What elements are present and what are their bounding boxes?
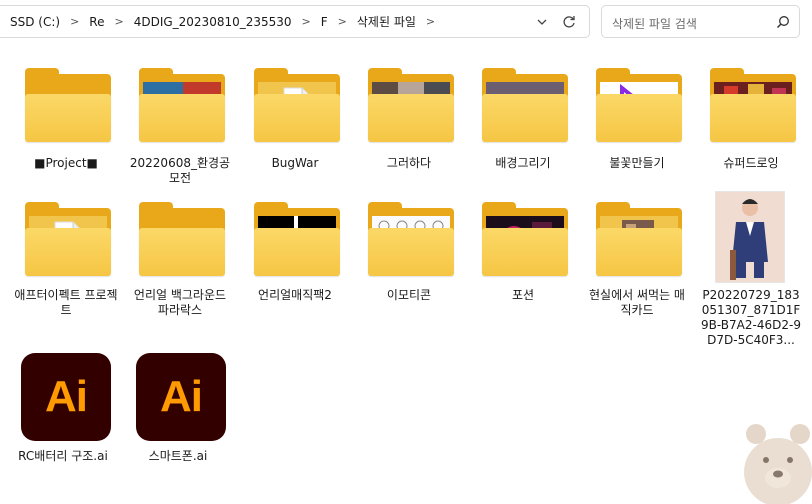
item-label: ■Project■	[34, 156, 98, 170]
illustrator-file-icon: Ai	[21, 353, 111, 441]
folder-icon	[139, 68, 225, 144]
chevron-right-icon[interactable]: >	[426, 15, 435, 28]
item-label: 20220608_환경공모전	[129, 156, 231, 185]
item-label: BugWar	[271, 156, 319, 170]
item-label: P20220729_183051307_871D1F9B-B7A2-46D2-9…	[701, 288, 801, 347]
breadcrumb-deleted-files[interactable]: 삭제된 파일	[357, 13, 416, 30]
search-icon[interactable]	[776, 15, 790, 29]
folder-icon	[254, 202, 340, 278]
bear-mascot-icon	[744, 424, 812, 504]
item-label: 그러하다	[386, 156, 432, 170]
chevron-down-icon[interactable]	[535, 15, 549, 29]
item-label: 이모티콘	[386, 288, 432, 302]
chevron-right-icon[interactable]: >	[70, 15, 79, 28]
item-label: RC배터리 구조.ai	[18, 449, 108, 463]
image-thumbnail	[716, 192, 784, 282]
folder-icon	[368, 68, 454, 144]
item-label: 언리얼 백그라운드 파라락스	[133, 288, 227, 317]
breadcrumb-re[interactable]: Re	[89, 15, 104, 29]
breadcrumb: SSD (C:) > Re > 4DDIG_20230810_235530 > …	[0, 6, 445, 37]
folder-icon	[139, 202, 225, 278]
address-toolbar: SSD (C:) > Re > 4DDIG_20230810_235530 > …	[0, 0, 812, 44]
folder-icon	[596, 202, 682, 278]
illustrator-file-icon: Ai	[136, 353, 226, 441]
folder-icon	[710, 68, 796, 144]
item-label: 슈퍼드로잉	[723, 156, 779, 170]
address-bar[interactable]: SSD (C:) > Re > 4DDIG_20230810_235530 > …	[0, 5, 590, 38]
chevron-right-icon[interactable]: >	[302, 15, 311, 28]
breadcrumb-f[interactable]: F	[321, 15, 328, 29]
search-input[interactable]: 삭제된 파일 검색	[601, 5, 800, 38]
item-label: 애프터이펙트 프로젝트	[14, 288, 118, 317]
folder-icon	[25, 202, 111, 278]
search-placeholder: 삭제된 파일 검색	[612, 17, 697, 31]
breadcrumb-4ddig[interactable]: 4DDIG_20230810_235530	[134, 15, 292, 29]
item-label: 스마트폰.ai	[148, 449, 208, 463]
item-label: 포션	[511, 288, 535, 302]
folder-icon	[596, 68, 682, 144]
folder-icon	[254, 68, 340, 144]
item-label: 언리얼매직팩2	[258, 288, 332, 302]
folder-icon	[25, 68, 111, 144]
folder-icon	[368, 202, 454, 278]
item-label: 불꽃만들기	[609, 156, 665, 170]
item-label: 현실에서 써먹는 매직카드	[589, 288, 685, 317]
breadcrumb-drive[interactable]: SSD (C:)	[10, 15, 60, 29]
chevron-right-icon[interactable]: >	[338, 15, 347, 28]
refresh-icon[interactable]	[561, 14, 577, 30]
item-label: 배경그리기	[495, 156, 551, 170]
folder-icon	[482, 68, 568, 144]
chevron-right-icon[interactable]: >	[114, 15, 123, 28]
folder-icon	[482, 202, 568, 278]
